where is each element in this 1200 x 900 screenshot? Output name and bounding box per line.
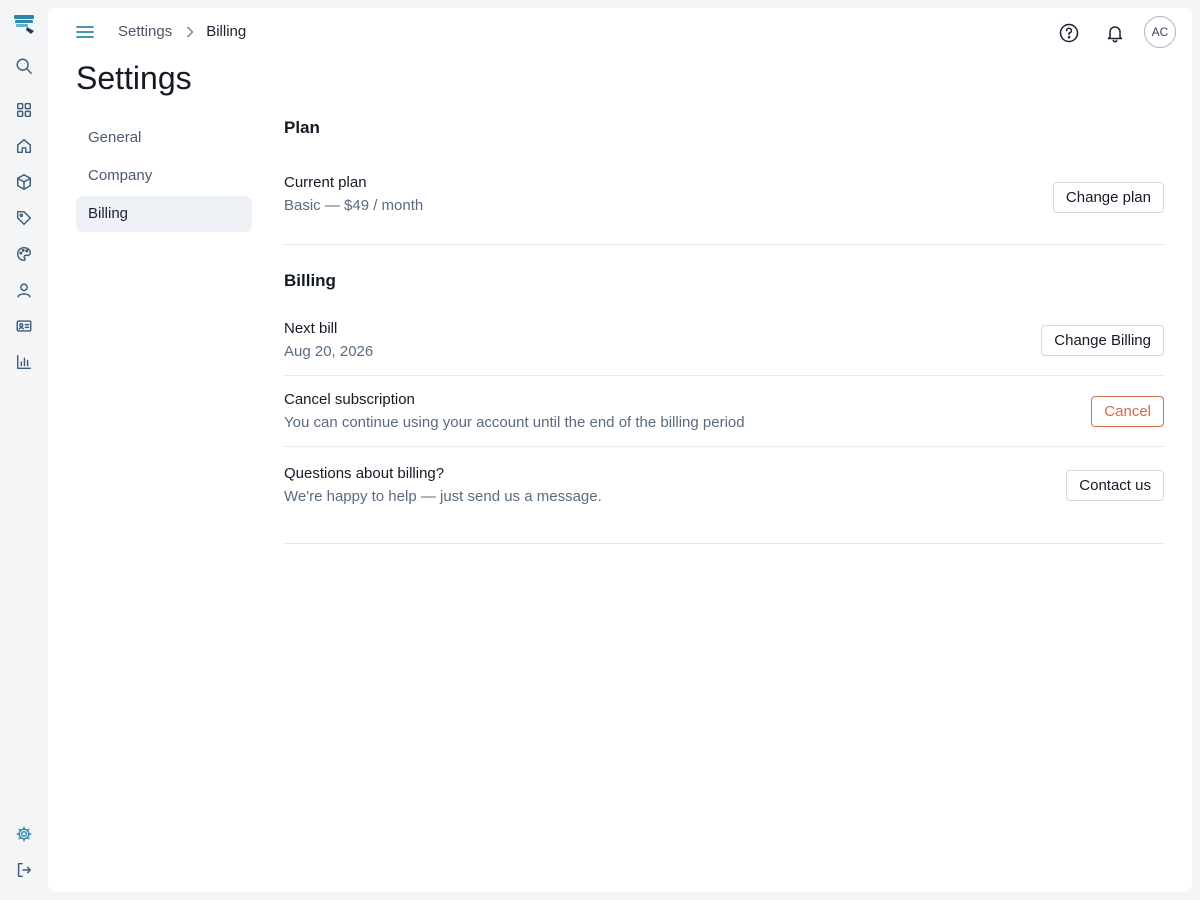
icon-rail [0, 0, 48, 900]
contact-us-button[interactable]: Contact us [1066, 469, 1164, 501]
breadcrumb-current: Billing [206, 23, 247, 40]
section-divider-bottom [284, 543, 1164, 544]
dashboard-icon[interactable] [14, 100, 34, 120]
tag-icon[interactable] [14, 208, 34, 228]
palette-icon[interactable] [14, 244, 34, 264]
chevron-right-icon [186, 25, 194, 38]
gear-icon[interactable] [14, 824, 34, 844]
bell-icon[interactable] [1104, 22, 1126, 44]
current-plan-value: Basic — $49 / month [284, 197, 424, 214]
subnav-item-billing[interactable]: Billing [76, 196, 252, 232]
questions-row: Questions about billing? We're happy to … [284, 447, 1164, 523]
home-icon[interactable] [14, 136, 34, 156]
cancel-subscription-row: Cancel subscription You can continue usi… [284, 376, 1164, 447]
id-card-icon[interactable] [14, 316, 34, 336]
change-billing-button[interactable]: Change Billing [1041, 324, 1164, 356]
cancel-button[interactable]: Cancel [1091, 395, 1164, 427]
bar-chart-icon[interactable] [14, 352, 34, 372]
subnav-item-general[interactable]: General [76, 120, 252, 156]
section-title-plan: Plan [284, 118, 320, 137]
questions-description: We're happy to help — just send us a mes… [284, 488, 602, 505]
cancel-subscription-label: Cancel subscription [284, 391, 415, 408]
next-bill-label: Next bill [284, 320, 338, 337]
breadcrumb-settings-link[interactable]: Settings [118, 23, 172, 40]
subnav-item-company[interactable]: Company [76, 158, 252, 194]
avatar[interactable]: AC [1144, 16, 1176, 48]
cancel-subscription-description: You can continue using your account unti… [284, 414, 745, 431]
current-plan-label: Current plan [284, 174, 367, 191]
box-icon[interactable] [14, 172, 34, 192]
plan-section-header: Plan [284, 116, 1164, 154]
user-icon[interactable] [14, 280, 34, 300]
questions-label: Questions about billing? [284, 465, 445, 482]
menu-icon[interactable] [74, 22, 96, 42]
breadcrumb: Settings Billing [118, 23, 246, 40]
main-panel: Settings Billing AC Settings General Com… [48, 8, 1192, 892]
logout-icon[interactable] [14, 860, 34, 880]
top-bar: Settings Billing AC [48, 8, 1192, 56]
billing-section-header: Billing [284, 245, 1164, 305]
change-plan-button[interactable]: Change plan [1052, 182, 1164, 213]
section-title-billing: Billing [284, 271, 336, 290]
app-logo-icon[interactable] [12, 12, 36, 36]
current-plan-row: Current plan Basic — $49 / month Change … [284, 154, 1164, 244]
help-icon[interactable] [1058, 22, 1080, 44]
next-bill-row: Next bill Aug 20, 2026 Change Billing [284, 305, 1164, 376]
search-icon[interactable] [14, 56, 34, 76]
next-bill-value: Aug 20, 2026 [284, 343, 374, 360]
settings-subnav: General Company Billing [76, 120, 252, 234]
settings-content: Plan Current plan Basic — $49 / month Ch… [284, 116, 1164, 544]
page-title: Settings [76, 60, 192, 96]
